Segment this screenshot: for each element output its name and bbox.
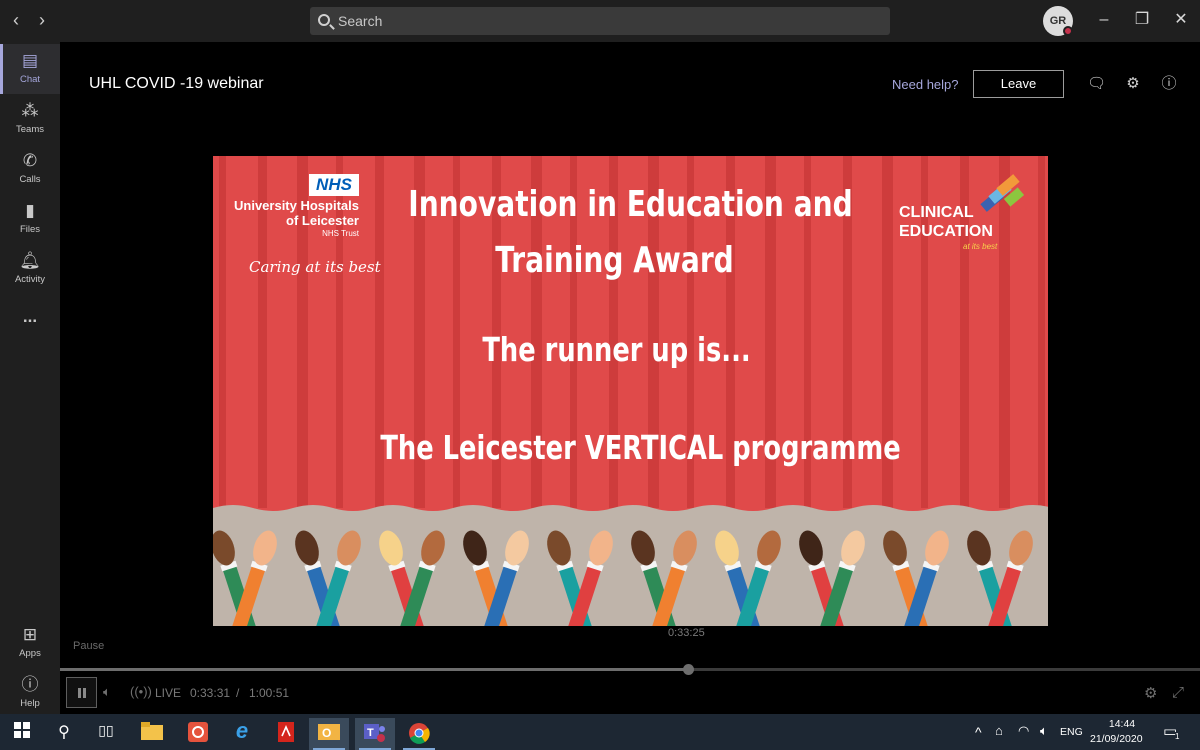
leave-button[interactable]: Leave [973,70,1064,98]
search-icon: ⚲ [58,724,70,741]
taskbar-search-button[interactable]: ⚲ [44,718,84,750]
outlook-icon: O [318,724,340,740]
appbar-item-activity[interactable]: 🔔︎ Activity [0,244,60,294]
appbar-label: Chat [19,74,41,85]
apps-icon: ⊞ [22,625,38,644]
taskbar-chrome[interactable] [399,718,439,750]
org-name-line3: NHS Trust [322,229,359,238]
live-event-video[interactable]: NHS University Hospitals of Leicester NH… [213,156,1048,626]
appbar-label: Help [20,698,40,709]
appbar-item-chat[interactable]: ▤ Chat [0,44,60,94]
search-input[interactable]: Search [310,7,890,35]
tray-chevron-up-icon[interactable]: ^ [975,724,982,740]
help-icon: ⓘ [21,675,39,694]
appbar-label: Apps [19,648,41,659]
notification-count-badge: 1 [1175,732,1180,741]
minimize-icon[interactable]: – [1094,10,1114,30]
teams-icon: T [364,724,385,742]
appbar-label: Files [19,224,41,235]
taskbar-acrobat[interactable] [266,718,306,750]
appbar-label: Calls [19,174,41,185]
back-arrow-icon[interactable]: ‹ [6,10,26,30]
speaker-icon[interactable]: 🔈︎ [1040,723,1048,739]
seek-bar-thumb[interactable] [683,664,694,675]
slide-subhead: The runner up is... [482,330,751,369]
seek-bar-progress [60,668,685,671]
volume-icon[interactable]: 🔈︎ [103,684,111,700]
power-app-icon [188,722,208,742]
app-bar: ▤ Chat ⁂ Teams ✆ Calls ▮ Files 🔔︎ Activi… [0,42,60,714]
taskbar-internet-explorer[interactable]: e [222,718,262,750]
need-help-link[interactable]: Need help? [892,77,959,92]
network-icon[interactable]: ⌂ [995,723,1003,738]
wifi-icon[interactable]: ◠ [1018,723,1029,739]
chat-bubble-icon[interactable]: 🗨︎ [1087,75,1106,93]
phone-icon: ✆ [22,151,38,170]
slide-headline-line1: Innovation in Education and [408,184,853,225]
taskbar-file-explorer[interactable] [132,718,172,750]
forward-arrow-icon[interactable]: › [32,10,52,30]
language-indicator[interactable]: ENG [1060,726,1083,738]
appbar-item-files[interactable]: ▮ Files [0,194,60,244]
time-separator: / [236,686,240,700]
seek-bar[interactable] [60,668,1200,671]
current-time: 0:33:31 [190,686,231,700]
hover-timestamp: 0:33:25 [668,627,705,639]
svg-text:O: O [322,726,331,740]
pause-tooltip: Pause [73,640,105,652]
total-duration: 1:00:51 [249,686,290,700]
appbar-more-button[interactable]: ... [0,300,60,330]
pdf-icon [278,722,294,742]
appbar-item-teams[interactable]: ⁂ Teams [0,94,60,144]
taskbar-outlook[interactable]: O [309,718,349,750]
live-broadcast-icon: ((•)) [130,684,152,699]
task-view-button[interactable]: ▯▯ [86,718,126,750]
folder-icon [141,722,163,740]
meeting-title: UHL COVID -19 webinar [89,75,264,92]
clock-date[interactable]: 21/09/2020 [1090,733,1143,745]
gear-icon[interactable]: ⚙ [1124,75,1142,93]
clock-time[interactable]: 14:44 [1107,718,1137,730]
pause-button[interactable] [66,677,97,708]
clinical-education-tagline: at its best [963,242,998,251]
chrome-icon [409,723,430,744]
settings-gear-icon[interactable]: ⚙ [1144,684,1157,702]
restore-icon[interactable]: ❐ [1132,10,1152,30]
search-placeholder: Search [338,13,383,29]
appbar-label: Teams [16,124,44,135]
slide-winner: The Leicester VERTICAL programme [380,428,901,467]
more-dots-icon: ... [22,307,38,326]
windows-logo-icon [14,722,30,738]
fullscreen-icon[interactable]: ⤢ [1172,684,1184,701]
chat-icon: ▤ [21,51,39,70]
search-icon [318,14,330,26]
info-icon[interactable]: ⓘ [1160,75,1178,93]
appbar-label: Activity [14,274,46,285]
windows-taskbar: ⚲ ▯▯ e O T ^ ⌂ ◠ 🔈︎ ENG 14:44 21/09/2020… [0,714,1200,750]
file-icon: ▮ [25,201,35,220]
internet-explorer-icon: e [235,718,249,743]
svg-text:T: T [367,727,374,739]
appbar-item-help[interactable]: ⓘ Help [0,668,60,718]
presence-busy-badge [1063,26,1073,36]
windows-start-button[interactable] [2,718,42,750]
title-bar: ‹ › Search GR – ❐ ✕ [0,0,1200,42]
teams-icon: ⁂ [21,101,39,120]
appbar-item-calls[interactable]: ✆ Calls [0,144,60,194]
clinical-education-line2: EDUCATION [899,223,993,240]
live-label[interactable]: LIVE [155,686,181,700]
close-icon[interactable]: ✕ [1171,10,1191,30]
task-view-icon: ▯▯ [98,722,114,738]
appbar-item-apps[interactable]: ⊞ Apps [0,618,60,668]
bell-icon: 🔔︎ [19,251,41,270]
taskbar-teams[interactable]: T [355,718,395,750]
taskbar-app-red[interactable] [178,718,218,750]
slide-headline-line2: Training Award [495,240,734,281]
